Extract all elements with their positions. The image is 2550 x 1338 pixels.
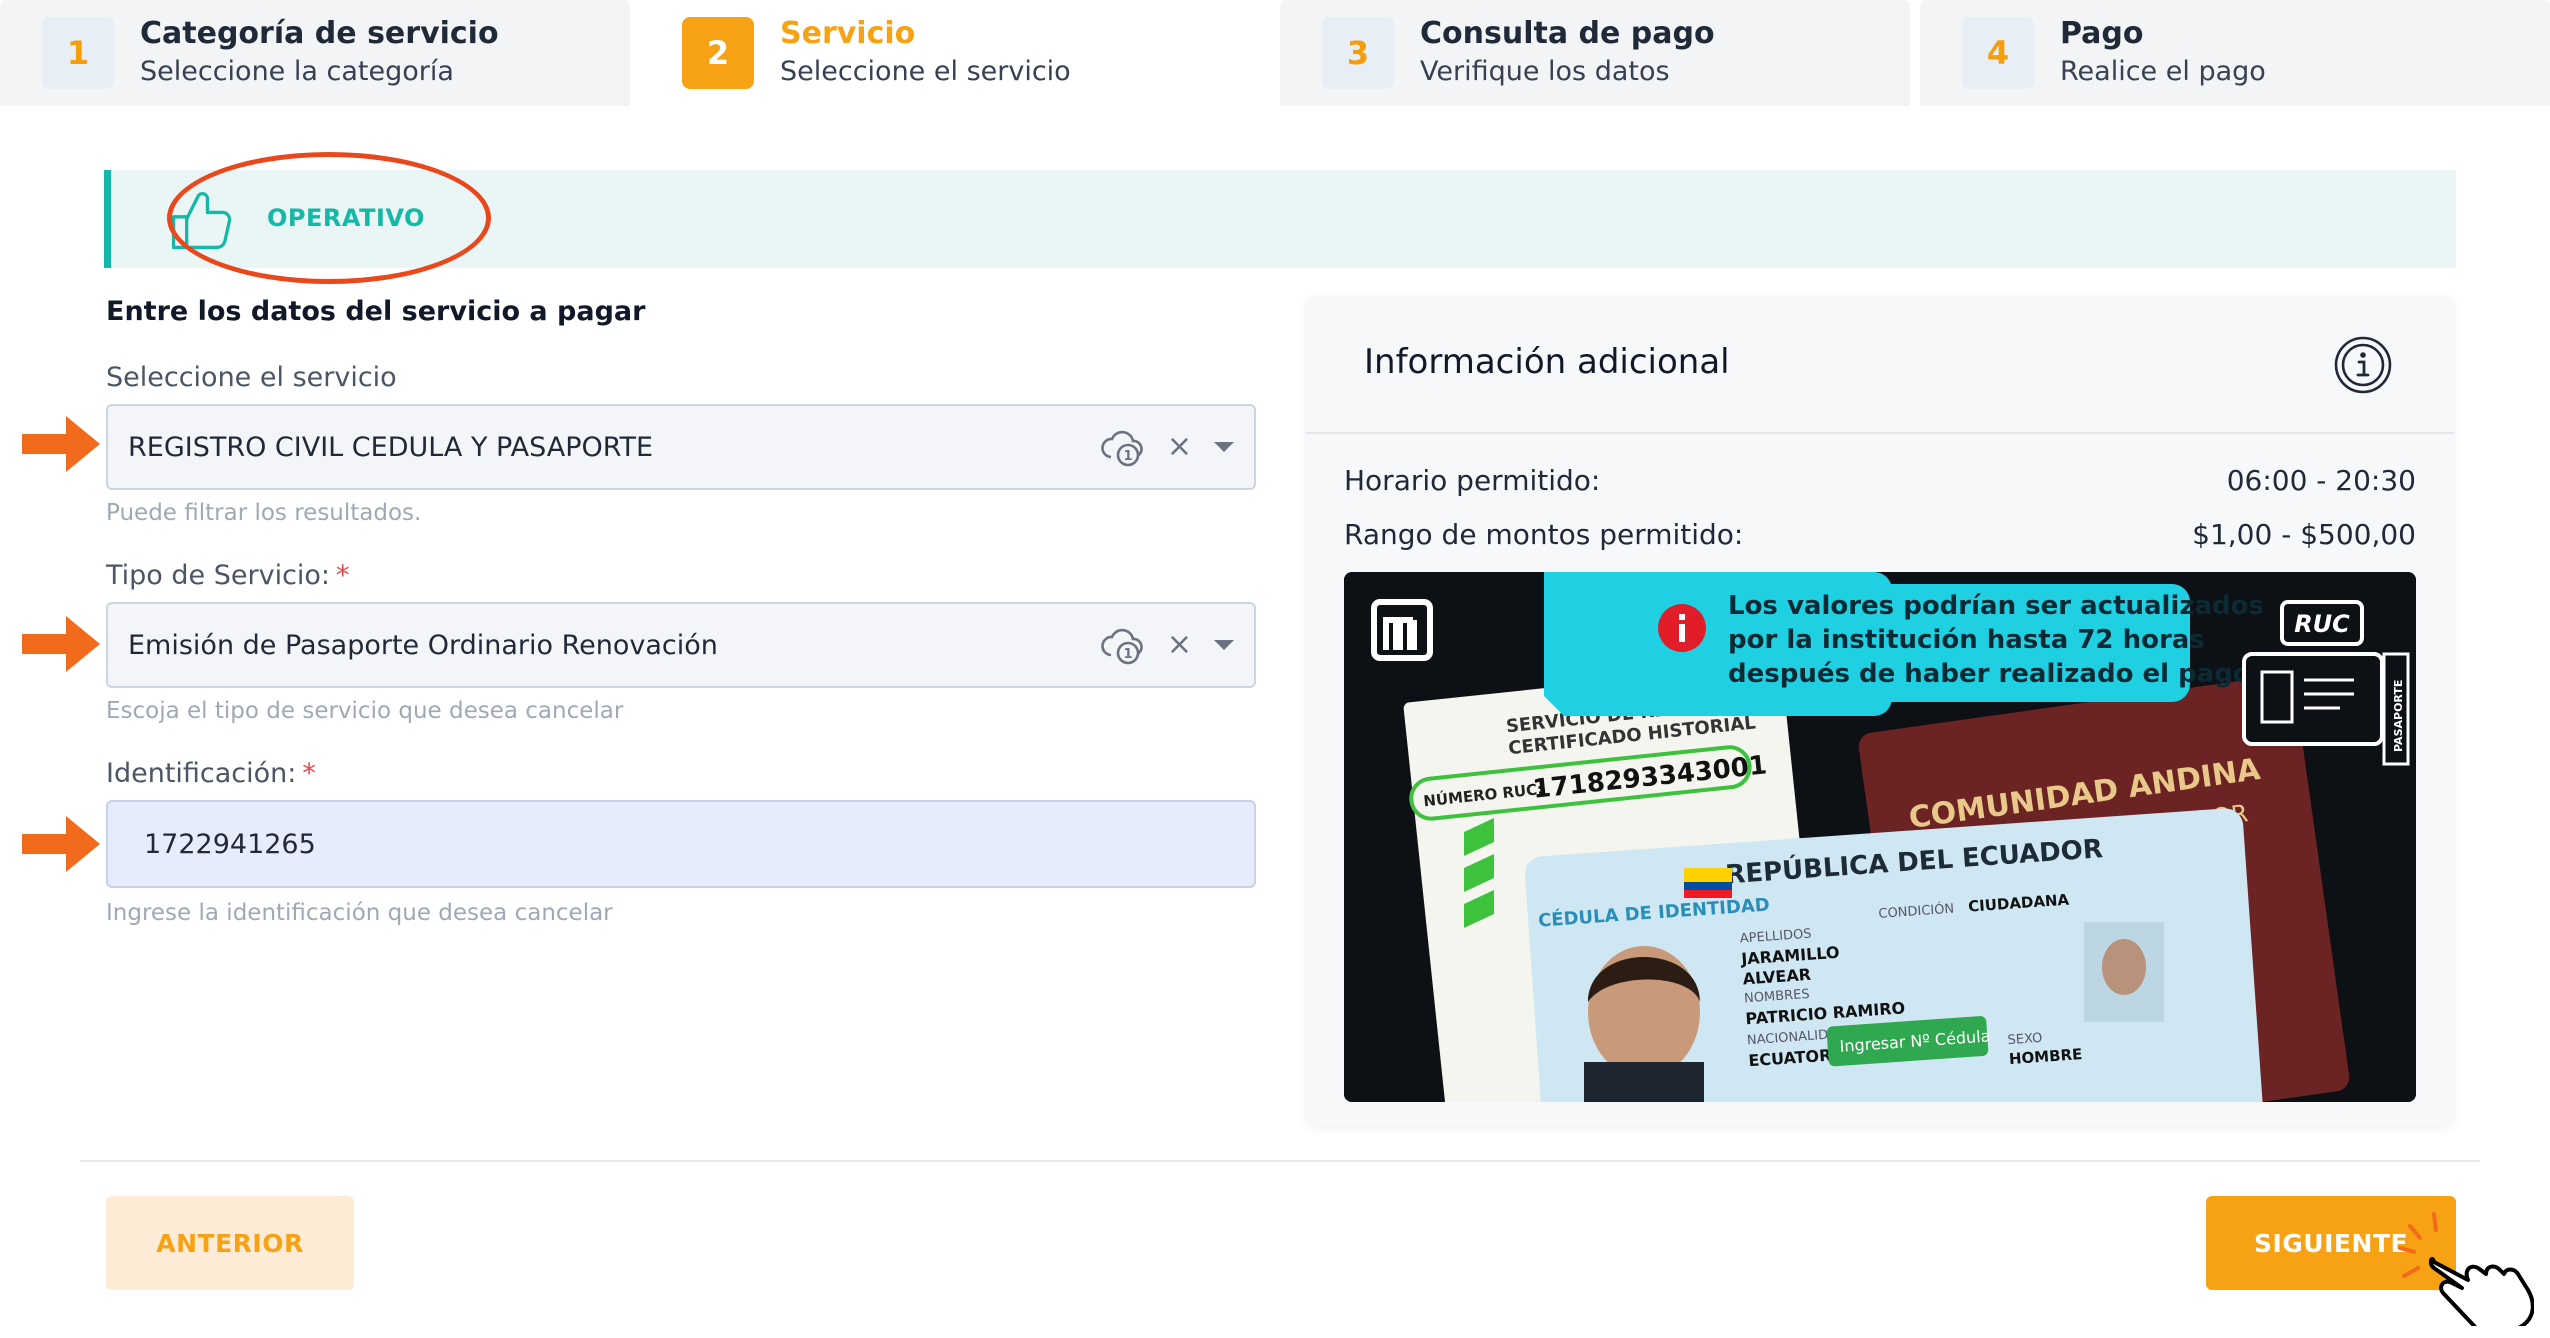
- service-type-hint: Escoja el tipo de servicio que desea can…: [106, 698, 624, 724]
- step-servicio[interactable]: 2 Servicio Seleccione el servicio: [640, 0, 1270, 106]
- step-consulta[interactable]: 3 Consulta de pago Verifique los datos: [1280, 0, 1910, 106]
- step-subtitle: Seleccione la categoría: [140, 56, 454, 87]
- identification-label: Identificación: *: [106, 758, 316, 789]
- notice-line-2: por la institución hasta 72 horas: [1728, 625, 2205, 655]
- step-number: 2: [682, 17, 754, 89]
- info-banner-image: COMUNIDAD ANDINA REPÚBLICA DEL ECUADOR S…: [1344, 572, 2416, 1102]
- highlight-ellipse: [167, 152, 491, 284]
- info-card-header: Información adicional: [1306, 296, 2454, 434]
- service-label: Seleccione el servicio: [106, 362, 397, 393]
- info-row-amount-range: Rango de montos permitido: $1,00 - $500,…: [1344, 518, 2416, 551]
- required-mark: *: [336, 560, 350, 591]
- arrow-right-icon: [22, 416, 100, 472]
- required-mark: *: [302, 758, 316, 789]
- cloud-refresh-icon[interactable]: 1: [1101, 427, 1145, 467]
- ecuador-flag-icon: [1684, 868, 1732, 898]
- step-number: 1: [42, 17, 114, 89]
- cloud-refresh-icon[interactable]: 1: [1101, 625, 1145, 665]
- arrow-right-icon: [22, 616, 100, 672]
- step-title: Pago: [2060, 16, 2144, 51]
- footer-divider: [80, 1160, 2480, 1162]
- step-subtitle: Seleccione el servicio: [780, 56, 1071, 87]
- id-card-graphic: CÉDULA DE IDENTIDAD REPÚBLICA DEL ECUADO…: [1524, 808, 2264, 1102]
- info-icon[interactable]: [2332, 334, 2394, 396]
- identification-hint: Ingrese la identificación que desea canc…: [106, 900, 613, 926]
- notice-line-1: Los valores podrían ser actualizados: [1728, 591, 2264, 621]
- green-chevrons-graphic: [1464, 818, 1494, 928]
- step-number: 3: [1322, 17, 1394, 89]
- info-row-label: Horario permitido:: [1344, 464, 1601, 497]
- step-title: Consulta de pago: [1420, 16, 1715, 51]
- svg-text:1: 1: [1123, 449, 1132, 464]
- identification-input[interactable]: 1722941265: [106, 800, 1256, 888]
- info-row-label: Rango de montos permitido:: [1344, 518, 1744, 551]
- step-number: 4: [1962, 17, 2034, 89]
- service-type-select[interactable]: Emisión de Pasaporte Ordinario Renovació…: [106, 602, 1256, 688]
- identification-label-text: Identificación:: [106, 758, 297, 789]
- service-type-label: Tipo de Servicio: *: [106, 560, 350, 591]
- form-title: Entre los datos del servicio a pagar: [106, 296, 646, 327]
- service-select[interactable]: REGISTRO CIVIL CEDULA Y PASAPORTE 1 ×: [106, 404, 1256, 490]
- service-label-text: Seleccione el servicio: [106, 362, 397, 393]
- info-card: Información adicional Horario permitido:…: [1306, 296, 2454, 1126]
- passport-side-badge: PASAPORTE: [2392, 680, 2405, 752]
- service-type-label-text: Tipo de Servicio:: [106, 560, 331, 591]
- chevron-down-icon[interactable]: [1214, 640, 1234, 650]
- alert-icon: [1658, 604, 1706, 652]
- small-id-photo: [2084, 922, 2164, 1022]
- info-row-value: $1,00 - $500,00: [2192, 518, 2416, 551]
- chevron-down-icon[interactable]: [1214, 442, 1234, 452]
- step-subtitle: Verifique los datos: [1420, 56, 1670, 87]
- status-banner: OPERATIVO: [104, 152, 2456, 284]
- notice-line-3: después de haber realizado el pago.: [1728, 659, 2261, 689]
- info-banner-graphic: COMUNIDAD ANDINA REPÚBLICA DEL ECUADOR S…: [1344, 572, 2416, 1102]
- id-photo: [1584, 946, 1704, 1102]
- step-categoria[interactable]: 1 Categoría de servicio Seleccione la ca…: [0, 0, 630, 106]
- clear-icon[interactable]: ×: [1167, 630, 1192, 660]
- service-hint: Puede filtrar los resultados.: [106, 500, 422, 526]
- previous-button[interactable]: ANTERIOR: [106, 1196, 354, 1290]
- step-subtitle: Realice el pago: [2060, 56, 2266, 87]
- arrow-right-icon: [22, 816, 100, 872]
- stepper: 1 Categoría de servicio Seleccione la ca…: [0, 0, 2550, 106]
- identification-value: 1722941265: [144, 828, 316, 860]
- step-pago[interactable]: 4 Pago Realice el pago: [1920, 0, 2550, 106]
- pointing-hand-icon: [2398, 1212, 2534, 1326]
- info-row-value: 06:00 - 20:30: [2226, 464, 2416, 497]
- step-title: Servicio: [780, 16, 916, 51]
- service-select-value: REGISTRO CIVIL CEDULA Y PASAPORTE: [128, 431, 654, 463]
- info-title: Información adicional: [1364, 342, 1730, 382]
- ruc-badge-text: RUC: [2294, 610, 2350, 638]
- id-sex-label: SEXO: [2007, 1031, 2043, 1048]
- svg-text:1: 1: [1123, 647, 1132, 662]
- info-row-schedule: Horario permitido: 06:00 - 20:30: [1344, 464, 2416, 497]
- step-title: Categoría de servicio: [140, 16, 499, 51]
- clear-icon[interactable]: ×: [1167, 432, 1192, 462]
- service-type-select-value: Emisión de Pasaporte Ordinario Renovació…: [128, 629, 718, 661]
